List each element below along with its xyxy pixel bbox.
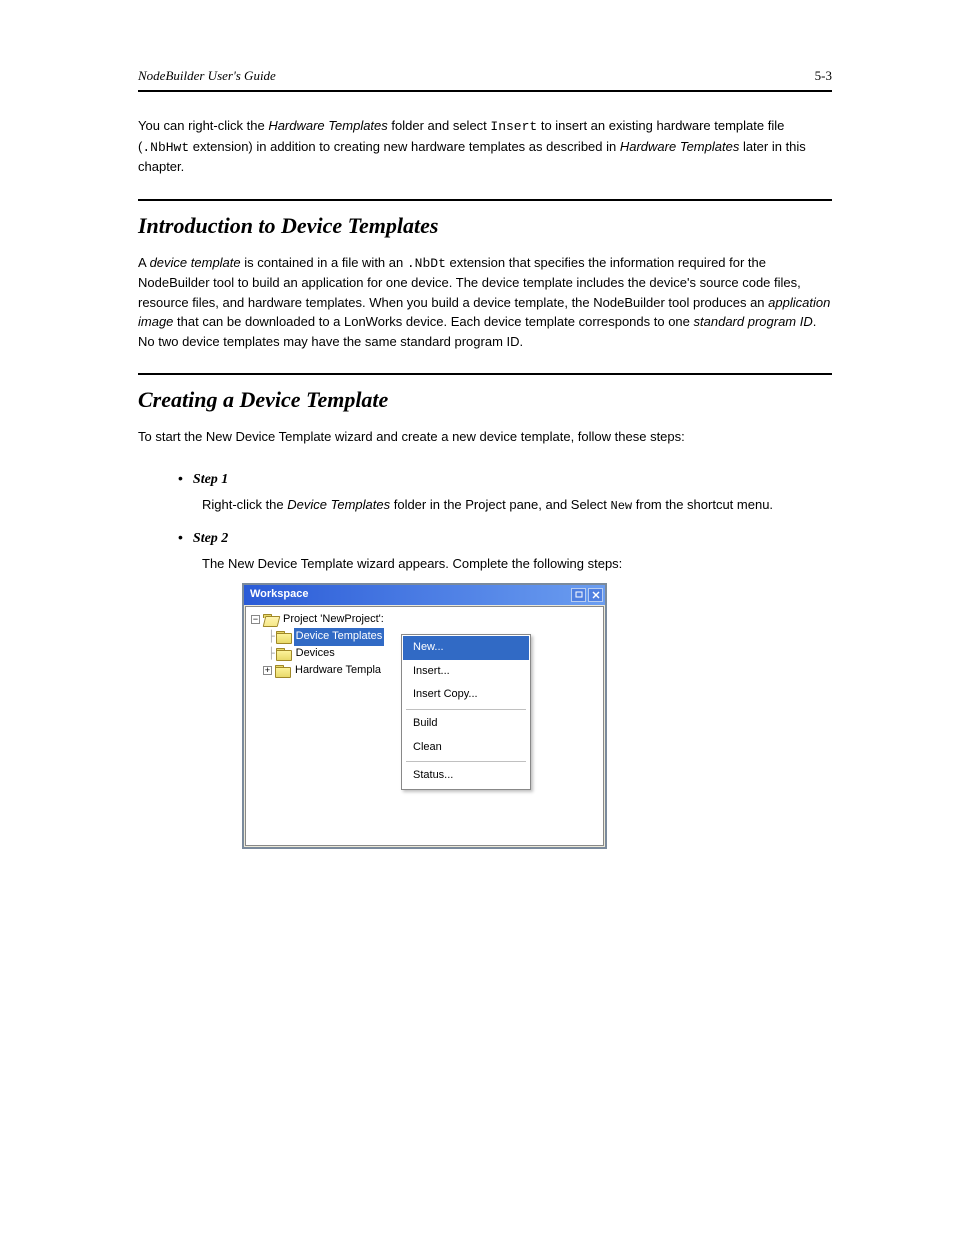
folder-icon	[276, 631, 291, 643]
menu-item-new[interactable]: New...	[403, 636, 529, 660]
titlebar-buttons	[571, 588, 603, 602]
step-2: • Step 2 The New Device Template wizard …	[178, 528, 832, 849]
step-2-label: Step 2	[193, 528, 228, 550]
minimize-button[interactable]	[571, 588, 586, 602]
header-page-number: 5-3	[815, 68, 832, 84]
tree-line-icon: ├	[268, 645, 275, 663]
close-icon	[592, 591, 600, 599]
section-title-intro-device-templates: Introduction to Device Templates	[138, 213, 832, 239]
section-divider	[138, 373, 832, 375]
step-1-text: Right-click the Device Templates folder …	[202, 495, 832, 516]
expand-icon[interactable]: +	[263, 666, 272, 675]
header-document-title: NodeBuilder User's Guide	[138, 68, 276, 84]
section2-intro: To start the New Device Template wizard …	[138, 427, 832, 447]
tree-line-icon: ├	[268, 628, 275, 646]
step-1: • Step 1 Right-click the Device Template…	[178, 469, 832, 517]
step-1-label: Step 1	[193, 469, 228, 491]
menu-item-build[interactable]: Build	[403, 712, 529, 736]
bullet-icon: •	[178, 528, 183, 546]
tree-label-project: Project 'NewProject':	[281, 611, 386, 629]
minimize-icon	[575, 591, 583, 599]
section-divider	[138, 199, 832, 201]
context-menu: New... Insert... Insert Copy... Build Cl…	[401, 634, 531, 790]
panel-titlebar: Workspace	[244, 585, 605, 605]
menu-separator	[406, 709, 526, 710]
panel-body: − Project 'NewProject': ├ Device Templat…	[245, 606, 604, 846]
section1-body: A device template is contained in a file…	[138, 253, 832, 352]
page-header: NodeBuilder User's Guide 5-3	[138, 68, 832, 92]
tree-label-device-templates: Device Templates	[294, 628, 385, 646]
folder-open-icon	[263, 614, 278, 626]
menu-item-insert[interactable]: Insert...	[403, 660, 529, 684]
menu-item-insert-copy[interactable]: Insert Copy...	[403, 683, 529, 707]
menu-separator	[406, 761, 526, 762]
menu-item-status[interactable]: Status...	[403, 764, 529, 788]
tree-label-devices: Devices	[294, 645, 337, 663]
section-title-creating-device-template: Creating a Device Template	[138, 387, 832, 413]
folder-icon	[275, 665, 290, 677]
menu-item-clean[interactable]: Clean	[403, 736, 529, 760]
tree-label-hardware-templates: Hardware Templa	[293, 662, 383, 680]
intro-paragraph: You can right-click the Hardware Templat…	[138, 116, 832, 177]
folder-icon	[276, 648, 291, 660]
step-2-text: The New Device Template wizard appears. …	[202, 554, 832, 575]
panel-title: Workspace	[250, 586, 309, 604]
tree-node-project[interactable]: − Project 'NewProject':	[248, 611, 601, 628]
close-button[interactable]	[588, 588, 603, 602]
bullet-icon: •	[178, 469, 183, 487]
collapse-icon[interactable]: −	[251, 615, 260, 624]
workspace-panel: Workspace −	[242, 583, 607, 849]
